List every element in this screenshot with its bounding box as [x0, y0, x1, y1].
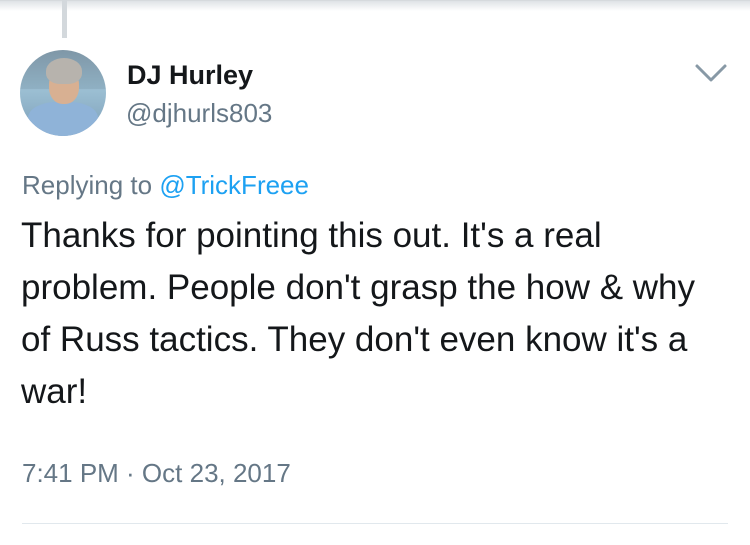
- author-display-name[interactable]: DJ Hurley: [127, 60, 253, 91]
- bottom-divider: [22, 523, 728, 524]
- replying-to-label: Replying to: [22, 170, 153, 200]
- replying-to-line: Replying to @TrickFreee: [22, 170, 309, 201]
- avatar-hair: [46, 58, 82, 84]
- avatar-shirt: [28, 102, 98, 136]
- avatar[interactable]: [20, 50, 106, 136]
- tweet-text: Thanks for pointing this out. It's a rea…: [21, 216, 696, 411]
- top-divider: [0, 0, 750, 11]
- chevron-down-icon[interactable]: [694, 62, 728, 84]
- thread-connector-line: [62, 0, 67, 38]
- author-handle[interactable]: @djhurls803: [126, 98, 272, 129]
- replying-to-mention-link[interactable]: @TrickFreee: [159, 170, 309, 200]
- tweet-timestamp[interactable]: 7:41 PM · Oct 23, 2017: [22, 458, 291, 489]
